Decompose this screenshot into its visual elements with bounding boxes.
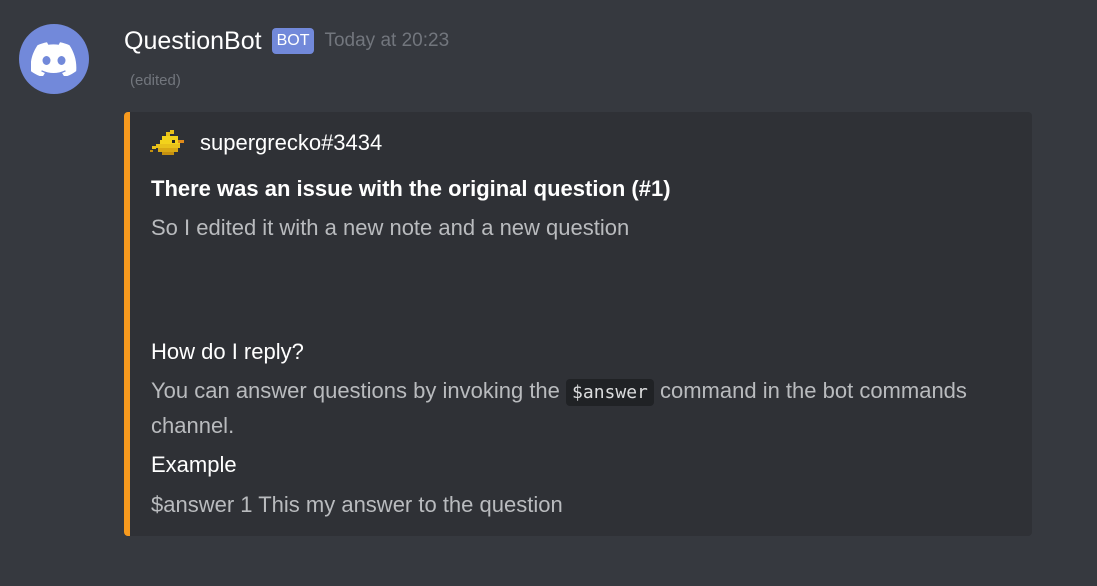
embed-title: There was an issue with the original que… bbox=[151, 176, 671, 201]
bot-tag-badge: BOT bbox=[271, 28, 315, 54]
field-value-text: You can answer questions by invoking the bbox=[151, 378, 567, 403]
message-timestamp[interactable]: Today at 20:23 bbox=[324, 25, 449, 57]
discord-logo-icon bbox=[31, 42, 77, 76]
message-embed: supergrecko#3434 There was an issue with… bbox=[124, 112, 1032, 536]
embed-author-name[interactable]: supergrecko#3434 bbox=[200, 128, 382, 158]
message-header: QuestionBot BOT Today at 20:23 bbox=[124, 25, 449, 57]
embed-field-value: You can answer questions by invoking the… bbox=[151, 374, 1021, 442]
inline-code: $answer bbox=[566, 379, 654, 406]
embed-author: supergrecko#3434 bbox=[150, 128, 382, 158]
embed-description: So I edited it with a new note and a new… bbox=[151, 215, 630, 240]
edited-indicator: (edited) bbox=[130, 72, 181, 89]
pixel-bird-icon bbox=[150, 130, 184, 155]
bot-username[interactable]: QuestionBot bbox=[124, 25, 262, 57]
embed-field-value: $answer 1 This my answer to the question bbox=[151, 492, 563, 517]
embed-field-name: Example bbox=[151, 452, 237, 477]
embed-field-name: How do I reply? bbox=[151, 339, 304, 364]
bot-avatar[interactable] bbox=[19, 24, 89, 94]
chat-message: QuestionBot BOT Today at 20:23 (edited) … bbox=[0, 0, 1097, 586]
